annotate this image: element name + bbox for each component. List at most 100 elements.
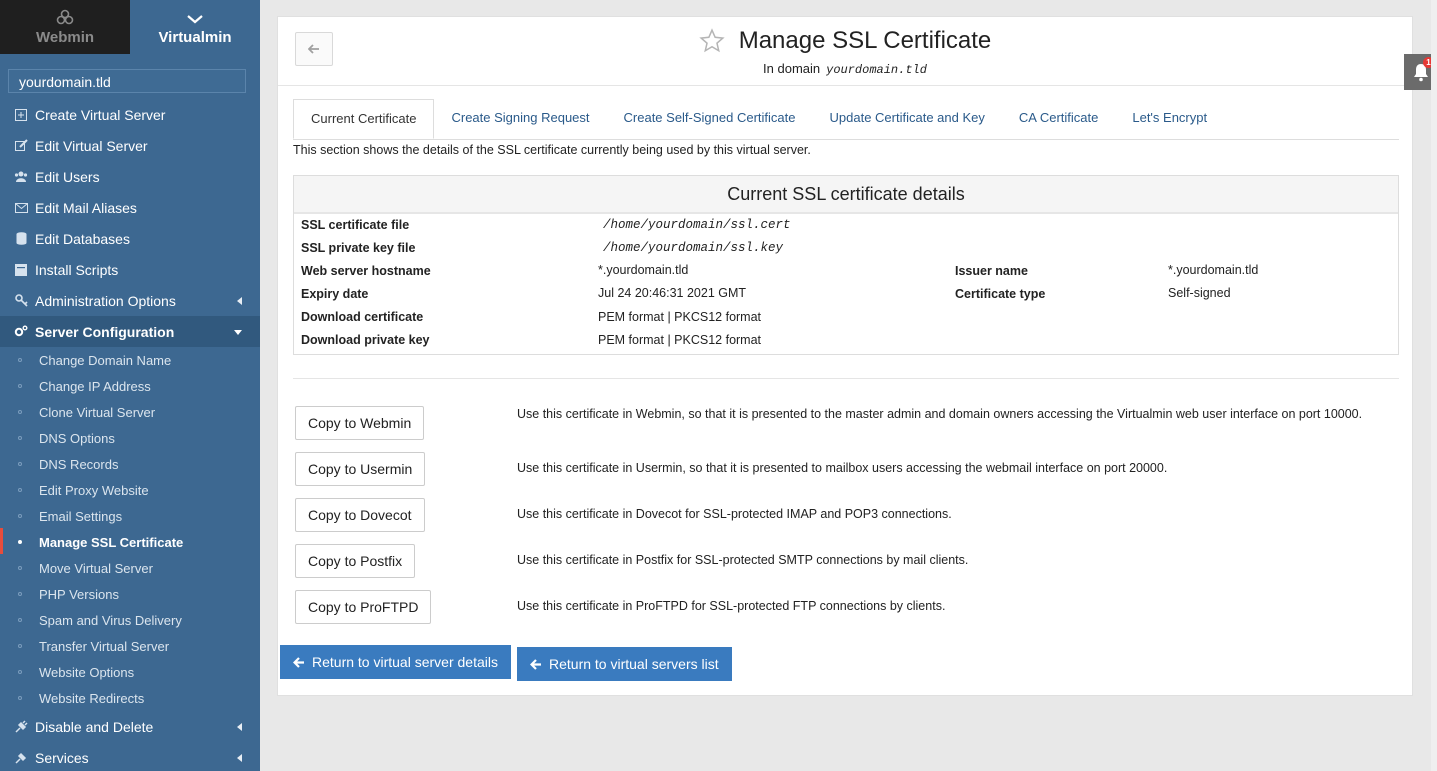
caret-left-icon — [237, 297, 242, 305]
sidebar-item-label: Administration Options — [35, 292, 176, 309]
virtualmin-switch[interactable]: Virtualmin — [130, 0, 260, 54]
sidebar-item-label: Edit Virtual Server — [35, 137, 148, 154]
arrow-left-icon — [530, 658, 541, 670]
sidebar-item-install-scripts[interactable]: Install Scripts — [0, 254, 260, 285]
details-heading: Current SSL certificate details — [294, 176, 1398, 214]
favorite-star-icon[interactable] — [699, 28, 725, 54]
copy-to-postfix-button[interactable]: Copy to Postfix — [295, 544, 416, 578]
page-title-row: Manage SSL Certificate — [699, 27, 992, 55]
arrow-left-icon — [293, 656, 304, 668]
services-icon — [14, 751, 28, 765]
tab-current-certificate[interactable]: Current Certificate — [293, 99, 435, 139]
server-configuration-submenu: Change Domain Name Change IP Address Clo… — [0, 347, 260, 711]
title-wrap: Manage SSL Certificate In domain yourdoma… — [278, 27, 1412, 77]
submenu-item-spam-and-virus-delivery[interactable]: Spam and Virus Delivery — [0, 607, 260, 633]
copy-to-postfix-description: Use this certificate in Postfix for SSL-… — [517, 553, 969, 567]
download-key-label: Download private key — [301, 333, 430, 347]
submenu-item-change-domain-name[interactable]: Change Domain Name — [0, 347, 260, 373]
cert-type-label: Certificate type — [955, 287, 1046, 301]
key-file-value: /home/yourdomain/ssl.key — [603, 241, 784, 255]
expiry-value: Jul 24 20:46:31 2021 GMT — [598, 286, 747, 300]
tab-ca-certificate[interactable]: CA Certificate — [1002, 99, 1115, 139]
virtualmin-switch-label: Virtualmin — [158, 29, 232, 46]
submenu-item-website-redirects[interactable]: Website Redirects — [0, 685, 260, 711]
submenu-item-dns-records[interactable]: DNS Records — [0, 451, 260, 477]
copy-to-dovecot-button[interactable]: Copy to Dovecot — [295, 498, 425, 532]
chevron-down-icon — [187, 15, 203, 24]
sidebar-item-server-configuration[interactable]: Server Configuration — [0, 316, 260, 347]
tab-lets-encrypt[interactable]: Let's Encrypt — [1115, 99, 1224, 139]
cogs-icon — [14, 325, 28, 339]
copy-to-webmin-description: Use this certificate in Webmin, so that … — [517, 407, 1363, 421]
submenu-item-transfer-virtual-server[interactable]: Transfer Virtual Server — [0, 633, 260, 659]
download-key-links[interactable]: PEM format | PKCS12 format — [598, 333, 761, 347]
plug-icon — [14, 720, 28, 734]
issuer-value: *.yourdomain.tld — [1168, 263, 1259, 277]
cert-file-value: /home/yourdomain/ssl.cert — [603, 218, 791, 232]
sidebar-item-label: Create Virtual Server — [35, 106, 166, 123]
webmin-switch-label: Webmin — [35, 29, 95, 46]
section-description: This section shows the details of the SS… — [293, 143, 811, 157]
submenu-item-website-options[interactable]: Website Options — [0, 659, 260, 685]
submenu-item-dns-options[interactable]: DNS Options — [0, 425, 260, 451]
sidebar-item-label: Server Configuration — [35, 323, 175, 340]
envelope-icon — [14, 201, 28, 215]
script-icon — [14, 263, 28, 277]
download-cert-links[interactable]: PEM format | PKCS12 format — [598, 310, 761, 324]
tab-create-signing-request[interactable]: Create Signing Request — [434, 99, 606, 139]
page-scrollbar[interactable] — [1431, 0, 1437, 771]
key-icon — [14, 294, 28, 308]
copy-to-webmin-button[interactable]: Copy to Webmin — [295, 406, 425, 440]
sidebar: Webmin Virtualmin yourdomain.tld Create … — [0, 0, 260, 771]
caret-left-icon — [237, 754, 242, 762]
plus-square-icon — [14, 108, 28, 122]
sidebar-item-label: Edit Databases — [35, 230, 130, 247]
main-panel: Manage SSL Certificate In domain yourdoma… — [277, 16, 1413, 696]
sidebar-item-label: Services — [35, 749, 89, 766]
download-cert-label: Download certificate — [301, 310, 424, 324]
product-switch: Webmin Virtualmin — [0, 0, 260, 54]
sidebar-item-edit-virtual-server[interactable]: Edit Virtual Server — [0, 130, 260, 161]
sidebar-item-label: Edit Mail Aliases — [35, 199, 137, 216]
edit-icon — [14, 139, 28, 153]
subtitle-prefix: In domain — [763, 61, 821, 76]
sidebar-item-administration-options[interactable]: Administration Options — [0, 285, 260, 316]
webmin-switch[interactable]: Webmin — [0, 0, 130, 54]
return-to-server-details-button[interactable]: Return to virtual server details — [280, 645, 511, 679]
sidebar-item-label: Edit Users — [35, 168, 100, 185]
certificate-details-box: Current SSL certificate details SSL cert… — [293, 175, 1399, 355]
page-title: Manage SSL Certificate — [738, 27, 992, 54]
submenu-item-php-versions[interactable]: PHP Versions — [0, 581, 260, 607]
sidebar-item-label: Disable and Delete — [35, 718, 154, 735]
copy-to-proftpd-button[interactable]: Copy to ProFTPD — [295, 590, 432, 624]
divider — [293, 378, 1399, 379]
return-to-servers-list-label: Return to virtual servers list — [549, 656, 719, 672]
sidebar-item-edit-databases[interactable]: Edit Databases — [0, 223, 260, 254]
database-icon — [14, 232, 28, 246]
webmin-logo-icon — [56, 9, 74, 25]
sidebar-item-create-virtual-server[interactable]: Create Virtual Server — [0, 99, 260, 130]
submenu-item-clone-virtual-server[interactable]: Clone Virtual Server — [0, 399, 260, 425]
submenu-item-change-ip-address[interactable]: Change IP Address — [0, 373, 260, 399]
sidebar-item-services[interactable]: Services — [0, 742, 260, 771]
copy-to-usermin-description: Use this certificate in Usermin, so that… — [517, 461, 1168, 475]
submenu-item-move-virtual-server[interactable]: Move Virtual Server — [0, 555, 260, 581]
key-file-label: SSL private key file — [301, 241, 416, 255]
copy-to-usermin-button[interactable]: Copy to Usermin — [295, 452, 426, 486]
cert-file-label: SSL certificate file — [301, 218, 410, 232]
return-to-server-details-label: Return to virtual server details — [312, 654, 498, 670]
tab-update-certificate-and-key[interactable]: Update Certificate and Key — [813, 99, 1002, 139]
sidebar-item-disable-and-delete[interactable]: Disable and Delete — [0, 711, 260, 742]
submenu-item-edit-proxy-website[interactable]: Edit Proxy Website — [0, 477, 260, 503]
tab-create-self-signed-certificate[interactable]: Create Self-Signed Certificate — [607, 99, 813, 139]
users-icon — [14, 170, 28, 184]
cert-type-value: Self-signed — [1168, 286, 1231, 300]
return-to-servers-list-button[interactable]: Return to virtual servers list — [517, 647, 732, 681]
subtitle-domain: yourdomain.tld — [826, 63, 927, 77]
hostname-value: *.yourdomain.tld — [598, 263, 689, 277]
domain-select[interactable]: yourdomain.tld — [8, 69, 246, 93]
sidebar-item-edit-mail-aliases[interactable]: Edit Mail Aliases — [0, 192, 260, 223]
submenu-item-manage-ssl-certificate[interactable]: Manage SSL Certificate — [0, 528, 260, 555]
sidebar-item-edit-users[interactable]: Edit Users — [0, 161, 260, 192]
submenu-item-email-settings[interactable]: Email Settings — [0, 503, 260, 529]
